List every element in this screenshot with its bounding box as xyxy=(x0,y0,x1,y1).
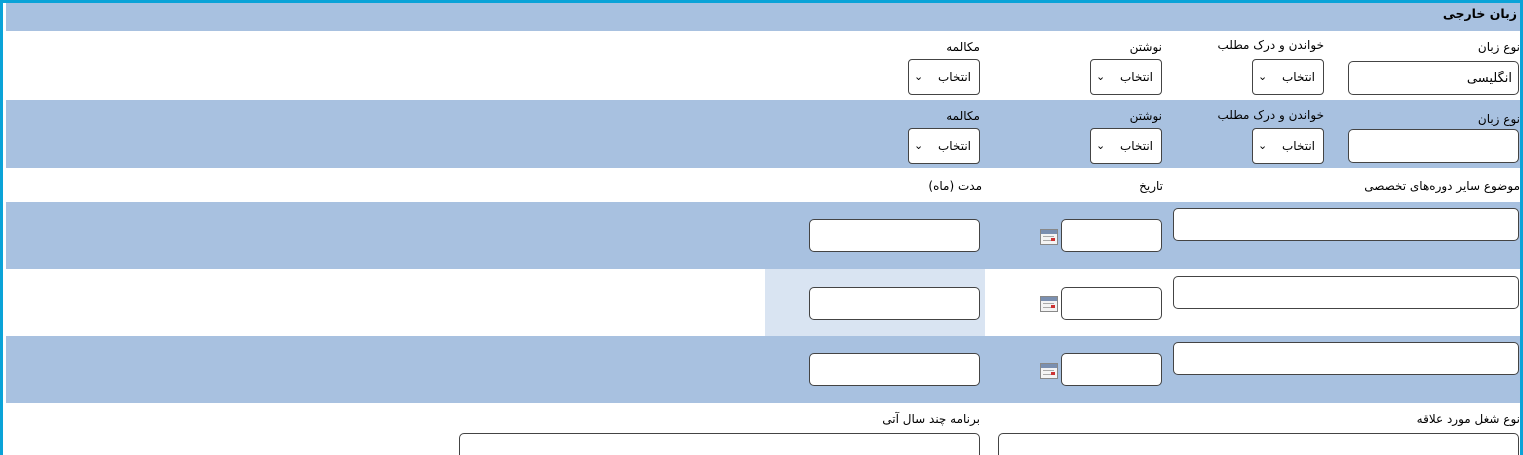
courses-header: موضوع سایر دوره‌های تخصصی تاریخ مدت (ماه… xyxy=(6,168,1520,202)
chevron-down-icon: ⌄ xyxy=(1096,139,1106,152)
course-subject-input[interactable] xyxy=(1173,342,1519,375)
course-duration-input[interactable] xyxy=(809,287,980,320)
speaking-select[interactable]: انتخاب ⌄ xyxy=(908,128,980,164)
chevron-down-icon: ⌄ xyxy=(1258,70,1268,83)
chevron-down-icon: ⌄ xyxy=(914,70,924,83)
section-header: زبان خارجی xyxy=(6,3,1520,31)
chevron-down-icon: ⌄ xyxy=(1258,139,1268,152)
calendar-icon[interactable] xyxy=(1040,363,1058,379)
future-plan-input[interactable] xyxy=(459,433,980,455)
writing-select[interactable]: انتخاب ⌄ xyxy=(1090,59,1162,95)
reading-select-value: انتخاب xyxy=(1282,70,1315,84)
course-date-input[interactable] xyxy=(1061,287,1162,320)
future-plan-label: برنامه چند سال آتی xyxy=(882,412,980,426)
course-date-input[interactable] xyxy=(1061,353,1162,386)
reading-label: خواندن و درک مطلب xyxy=(1217,108,1324,122)
course-subject-input[interactable] xyxy=(1173,276,1519,309)
course-duration-input[interactable] xyxy=(809,353,980,386)
language-type-input[interactable] xyxy=(1348,61,1519,95)
writing-select-value: انتخاب xyxy=(1120,139,1153,153)
section-title: زبان خارجی xyxy=(1442,6,1517,21)
calendar-icon[interactable] xyxy=(1040,296,1058,312)
speaking-label: مکالمه xyxy=(946,109,980,123)
writing-select[interactable]: انتخاب ⌄ xyxy=(1090,128,1162,164)
course-subject-label: موضوع سایر دوره‌های تخصصی xyxy=(1364,179,1520,193)
course-row-2 xyxy=(6,269,1520,336)
speaking-select-value: انتخاب xyxy=(938,70,971,84)
course-duration-label: مدت (ماه) xyxy=(928,179,982,193)
writing-label: نوشتن xyxy=(1129,40,1162,54)
form-panel: زبان خارجی نوع زبان خواندن و درک مطلب ان… xyxy=(0,0,1523,455)
language-type-input[interactable] xyxy=(1348,129,1519,163)
language-row-1: نوع زبان خواندن و درک مطلب انتخاب ⌄ نوشت… xyxy=(6,31,1520,100)
language-type-label: نوع زبان xyxy=(1477,40,1520,54)
writing-select-value: انتخاب xyxy=(1120,70,1153,84)
course-date-input[interactable] xyxy=(1061,219,1162,252)
reading-select-value: انتخاب xyxy=(1282,139,1315,153)
favorite-job-label: نوع شغل مورد علاقه xyxy=(1416,412,1520,426)
course-duration-input[interactable] xyxy=(809,219,980,252)
favorite-job-input[interactable] xyxy=(998,433,1519,455)
course-date-label: تاریخ xyxy=(1139,179,1163,193)
speaking-label: مکالمه xyxy=(946,40,980,54)
reading-label: خواندن و درک مطلب xyxy=(1217,38,1324,52)
course-subject-input[interactable] xyxy=(1173,208,1519,241)
interest-row: نوع شغل مورد علاقه برنامه چند سال آتی xyxy=(6,403,1520,455)
writing-label: نوشتن xyxy=(1129,109,1162,123)
speaking-select-value: انتخاب xyxy=(938,139,971,153)
language-type-label: نوع زبان xyxy=(1477,112,1520,126)
reading-select[interactable]: انتخاب ⌄ xyxy=(1252,128,1324,164)
course-row-3 xyxy=(6,336,1520,403)
chevron-down-icon: ⌄ xyxy=(1096,70,1106,83)
reading-select[interactable]: انتخاب ⌄ xyxy=(1252,59,1324,95)
chevron-down-icon: ⌄ xyxy=(914,139,924,152)
language-row-2: نوع زبان خواندن و درک مطلب انتخاب ⌄ نوشت… xyxy=(6,100,1520,168)
speaking-select[interactable]: انتخاب ⌄ xyxy=(908,59,980,95)
calendar-icon[interactable] xyxy=(1040,229,1058,245)
course-row-1 xyxy=(6,202,1520,269)
